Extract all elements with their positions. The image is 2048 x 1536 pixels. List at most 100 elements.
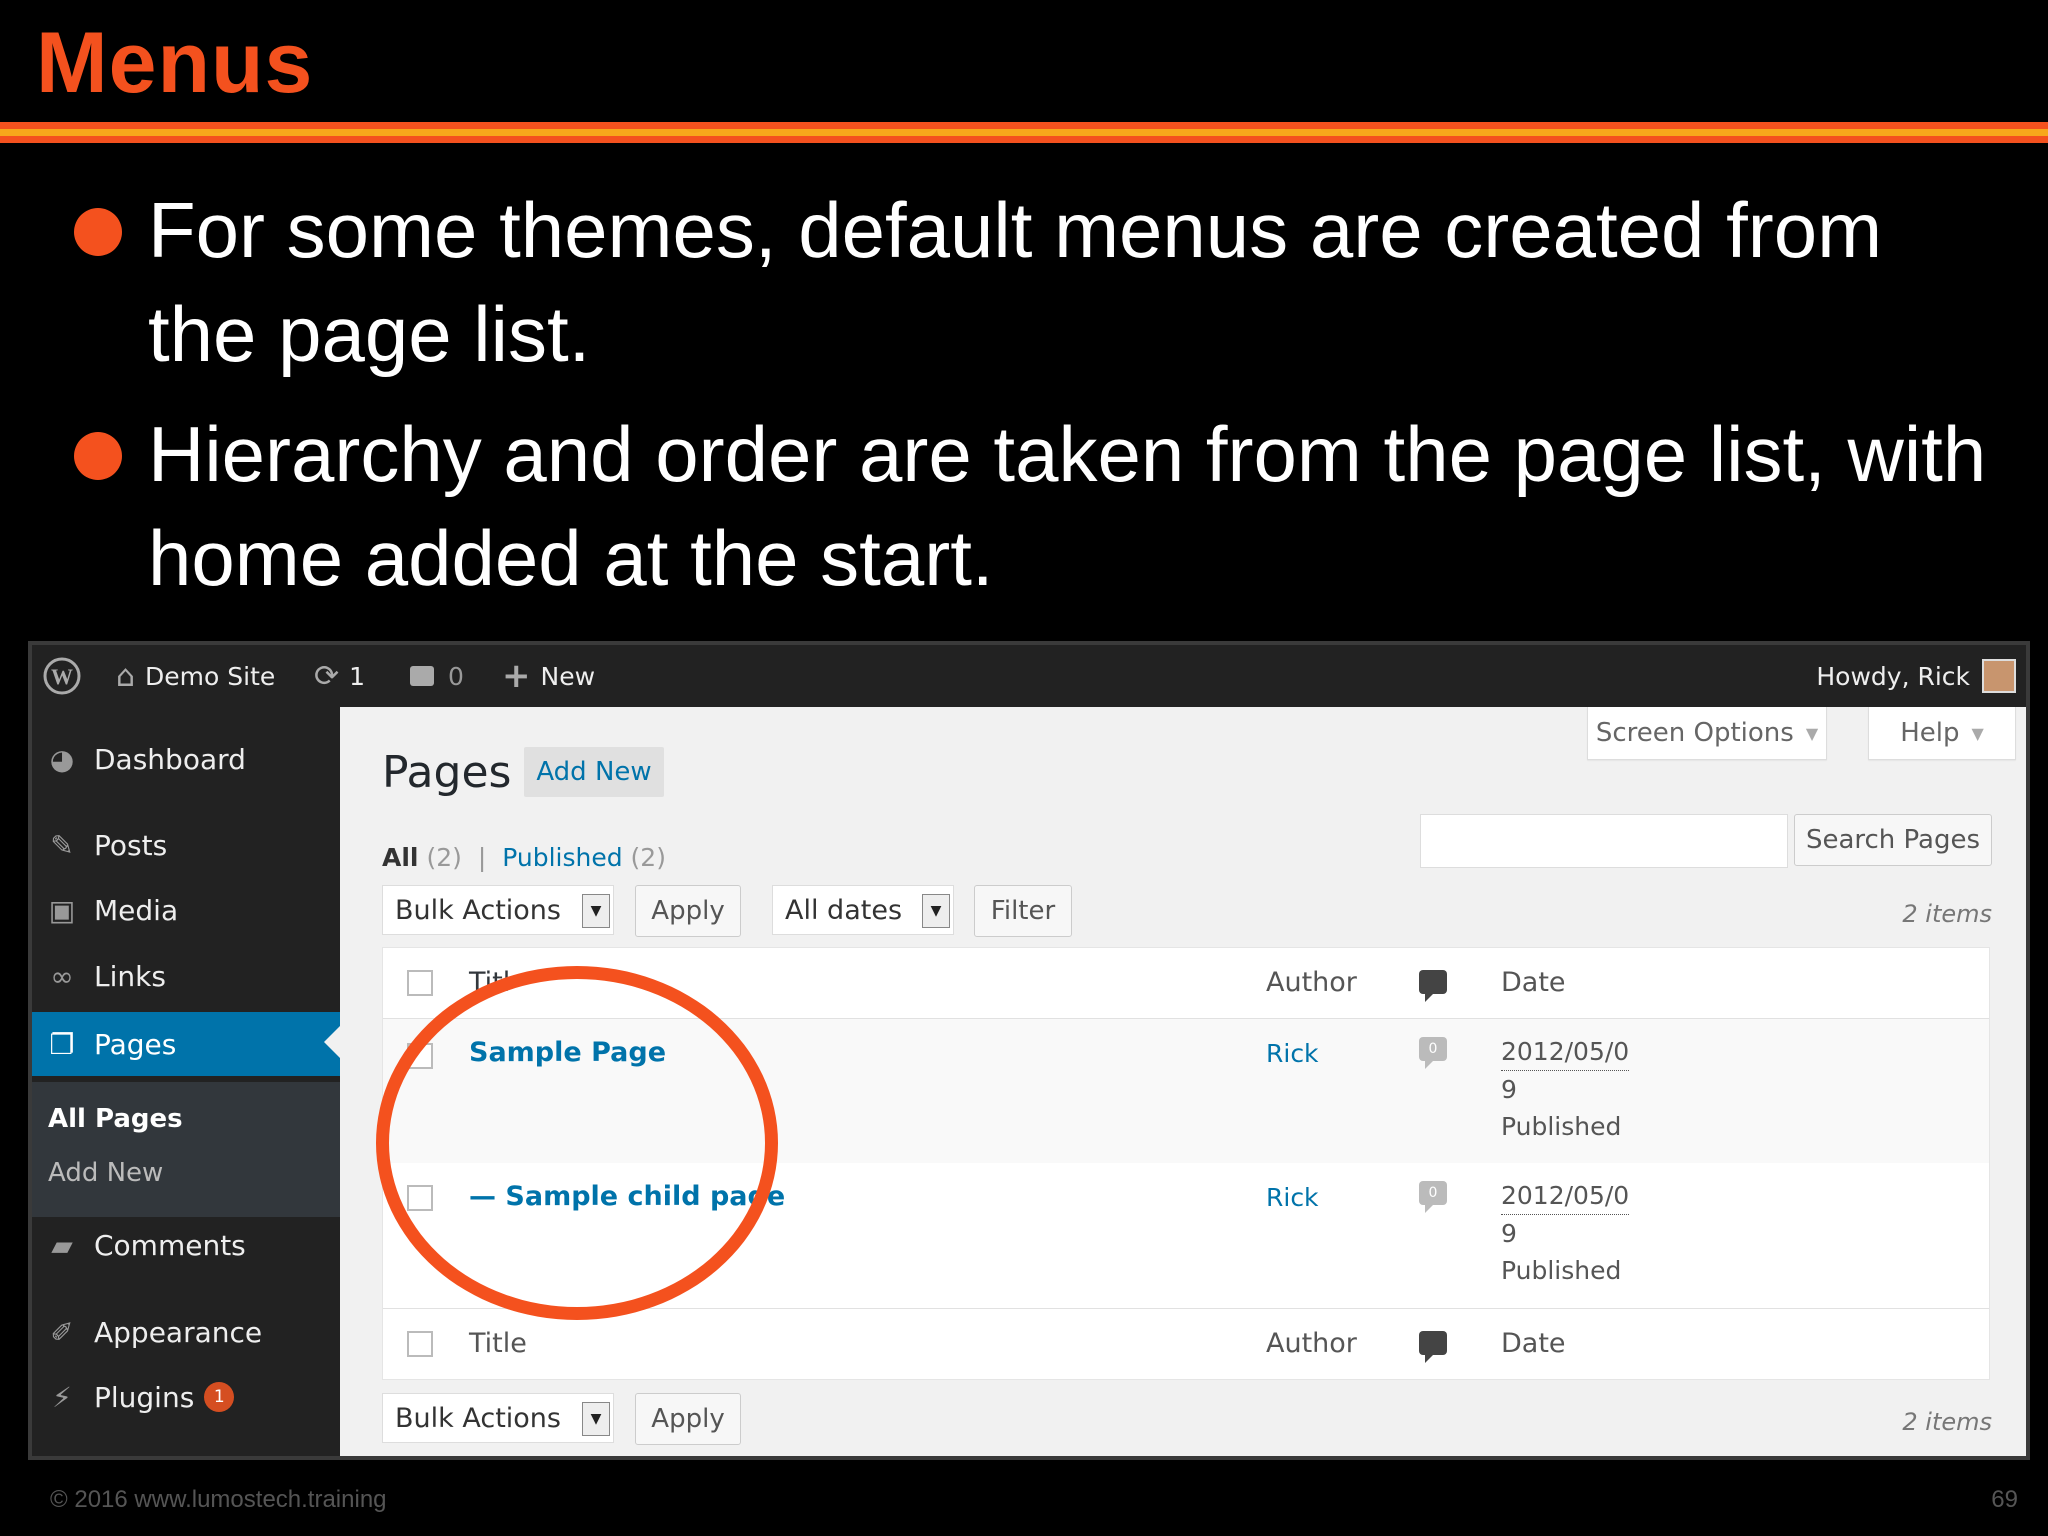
comment-count-bubble[interactable]: 0	[1419, 1037, 1447, 1069]
admin-bar: W ⌂ Demo Site ⟳ 1 0 + New Howdy, Rick	[32, 645, 2026, 707]
bullet-list: For some themes, default menus are creat…	[72, 178, 2012, 626]
active-indicator	[324, 1026, 340, 1058]
updates-link[interactable]: ⟳ 1	[314, 645, 365, 707]
brush-icon: ✐	[50, 1315, 74, 1349]
filter-all[interactable]: All	[382, 843, 419, 872]
sidebar-item-label: Links	[94, 959, 166, 993]
filter-published-count: (2)	[630, 843, 666, 872]
screen-options-button[interactable]: Screen Options ▼	[1587, 707, 1827, 760]
date-line: 2012/05/0	[1501, 1033, 1630, 1071]
filter-published[interactable]: Published	[502, 843, 622, 872]
slide-page-number: 69	[1991, 1486, 2018, 1513]
dates-value: All dates	[785, 894, 903, 926]
caret-down-icon: ▼	[1805, 723, 1819, 743]
dates-select[interactable]: All dates ▼	[772, 885, 954, 935]
bullet-item: For some themes, default menus are creat…	[72, 178, 2012, 386]
my-account-link[interactable]: Howdy, Rick	[1816, 645, 2016, 707]
bulk-actions-select-bottom[interactable]: Bulk Actions ▼	[382, 1393, 614, 1443]
bullet-dot-icon	[74, 432, 122, 480]
bulk-actions-value: Bulk Actions	[395, 894, 561, 926]
sidebar-item-label: Dashboard	[94, 742, 246, 776]
howdy-text: Howdy, Rick	[1816, 661, 1970, 691]
sidebar-item-media[interactable]: ▣ Media	[32, 880, 340, 940]
page-title: Pages	[382, 747, 512, 798]
status-filters: All (2) | Published (2)	[382, 843, 666, 872]
items-count-bottom: 2 items	[1902, 1408, 1992, 1436]
date-line: 9	[1501, 1075, 1517, 1104]
plus-icon: +	[502, 656, 531, 696]
add-new-button[interactable]: Add New	[524, 747, 664, 797]
comments-column-icon	[1419, 1331, 1447, 1363]
select-all-checkbox[interactable]	[407, 1331, 433, 1357]
date-cell: 2012/05/0 9 Published	[1501, 1177, 1630, 1289]
updates-count: 1	[349, 661, 366, 691]
sidebar-item-links[interactable]: ∞ Links	[32, 946, 340, 1006]
pages-icon: ❐	[49, 1027, 75, 1061]
sidebar-item-dashboard[interactable]: ◕ Dashboard	[32, 729, 340, 789]
filter-all-label: All	[382, 843, 419, 872]
pages-submenu: All Pages Add New	[32, 1082, 340, 1217]
dropdown-arrow-icon: ▼	[582, 894, 610, 928]
media-icon: ▣	[48, 893, 76, 927]
column-author-footer: Author	[1266, 1328, 1357, 1359]
help-label: Help	[1900, 718, 1960, 748]
filter-separator: |	[477, 843, 487, 872]
bullet-item: Hierarchy and order are taken from the p…	[72, 402, 2012, 610]
dropdown-arrow-icon: ▼	[922, 894, 950, 928]
wordpress-screenshot: W ⌂ Demo Site ⟳ 1 0 + New Howdy, Rick ◕ …	[28, 641, 2030, 1460]
bullet-dot-icon	[74, 208, 122, 256]
new-content-link[interactable]: + New	[502, 645, 595, 707]
column-title-footer[interactable]: Title	[469, 1328, 527, 1359]
sidebar-item-posts[interactable]: ✎ Posts	[32, 815, 340, 875]
column-author-header: Author	[1266, 967, 1357, 998]
sidebar-item-label: Plugins	[94, 1380, 195, 1414]
slide-footer-copyright: © 2016 www.lumostech.training	[50, 1486, 387, 1513]
link-icon: ∞	[50, 959, 74, 993]
author-link[interactable]: Rick	[1266, 1039, 1319, 1068]
table-footer-row: Title Author Date	[383, 1308, 1989, 1379]
bulk-actions-value: Bulk Actions	[395, 1402, 561, 1434]
sidebar-item-label: Pages	[94, 1027, 177, 1061]
dropdown-arrow-icon: ▼	[582, 1402, 610, 1436]
comments-link[interactable]: 0	[410, 645, 464, 707]
search-pages-button[interactable]: Search Pages	[1794, 814, 1992, 866]
dashboard-icon: ◕	[49, 742, 75, 776]
sidebar-item-label: Posts	[94, 828, 168, 862]
date-line: 2012/05/0	[1501, 1177, 1630, 1215]
bullet-text: Hierarchy and order are taken from the p…	[148, 410, 1987, 602]
items-count: 2 items	[1902, 900, 1992, 928]
bullet-text: For some themes, default menus are creat…	[148, 186, 1883, 378]
highlight-circle	[376, 966, 778, 1320]
site-name: Demo Site	[145, 661, 276, 691]
site-name-link[interactable]: ⌂ Demo Site	[116, 645, 275, 707]
search-input[interactable]	[1420, 814, 1788, 868]
help-button[interactable]: Help ▼	[1868, 707, 2016, 760]
plugins-update-badge: 1	[204, 1382, 235, 1412]
sidebar-item-comments[interactable]: ▰ Comments	[32, 1215, 340, 1275]
status-text: Published	[1501, 1112, 1622, 1141]
column-date-header[interactable]: Date	[1501, 967, 1566, 998]
filter-button[interactable]: Filter	[974, 885, 1072, 937]
comment-icon	[410, 666, 434, 686]
status-text: Published	[1501, 1256, 1622, 1285]
pin-icon: ✎	[50, 828, 74, 862]
apply-button[interactable]: Apply	[635, 885, 741, 937]
submenu-all-pages[interactable]: All Pages	[48, 1104, 183, 1134]
sidebar-item-label: Media	[94, 893, 179, 927]
sidebar-item-pages[interactable]: ❐ Pages	[32, 1012, 340, 1076]
column-date-footer[interactable]: Date	[1501, 1328, 1566, 1359]
wordpress-logo-icon[interactable]: W	[42, 645, 82, 707]
sidebar-item-appearance[interactable]: ✐ Appearance	[32, 1302, 340, 1362]
comments-count: 0	[448, 661, 464, 691]
avatar	[1982, 659, 2016, 693]
author-link[interactable]: Rick	[1266, 1183, 1319, 1212]
comment-count-bubble[interactable]: 0	[1419, 1181, 1447, 1213]
submenu-add-new[interactable]: Add New	[48, 1158, 163, 1188]
bulk-actions-select[interactable]: Bulk Actions ▼	[382, 885, 614, 935]
sidebar-item-label: Appearance	[94, 1315, 263, 1349]
sidebar-item-plugins[interactable]: ⚡ Plugins 1	[32, 1367, 340, 1427]
select-all-checkbox[interactable]	[407, 970, 433, 996]
apply-button-bottom[interactable]: Apply	[635, 1393, 741, 1445]
title-underline-stripes	[0, 122, 2048, 144]
admin-sidebar: ◕ Dashboard ✎ Posts ▣ Media ∞ Links ❐ Pa…	[32, 707, 340, 1456]
